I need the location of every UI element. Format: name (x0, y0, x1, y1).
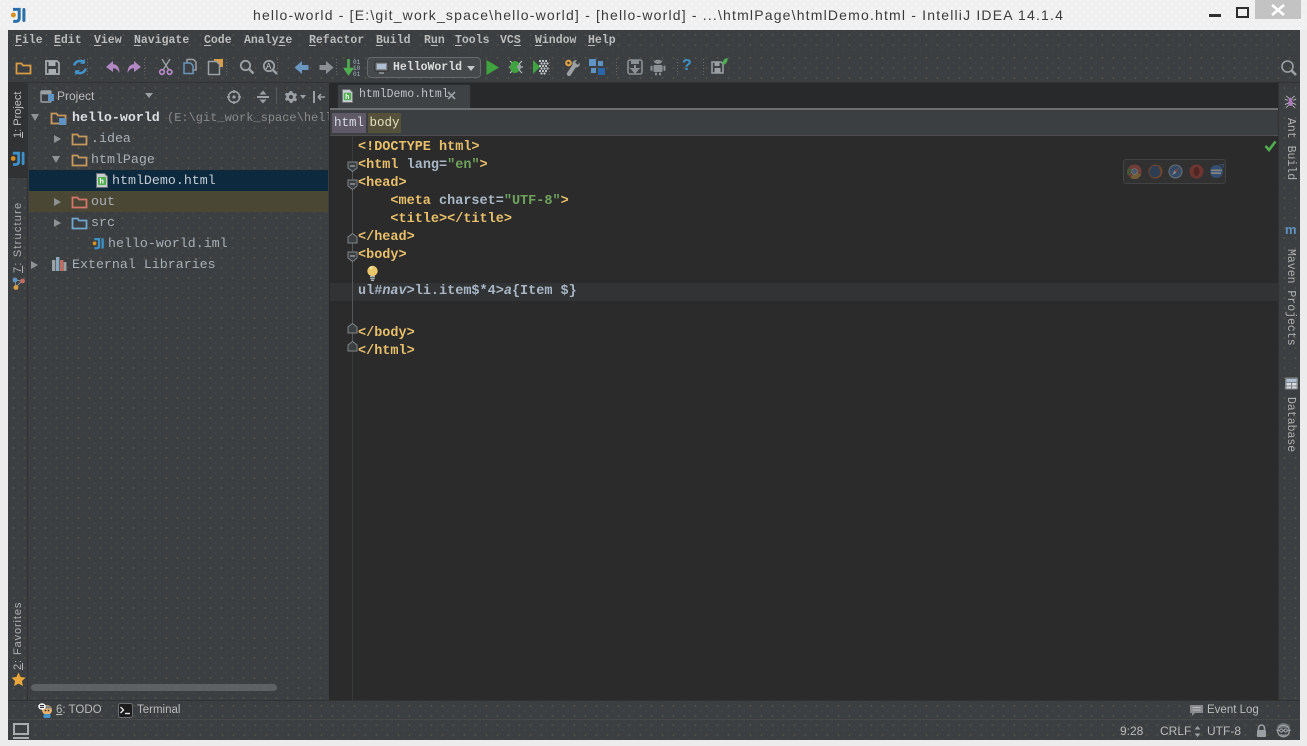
svg-text:A: A (266, 62, 272, 71)
svg-text:01: 01 (353, 71, 361, 76)
svg-text:h: h (99, 179, 104, 187)
svg-text:h: h (345, 94, 349, 102)
